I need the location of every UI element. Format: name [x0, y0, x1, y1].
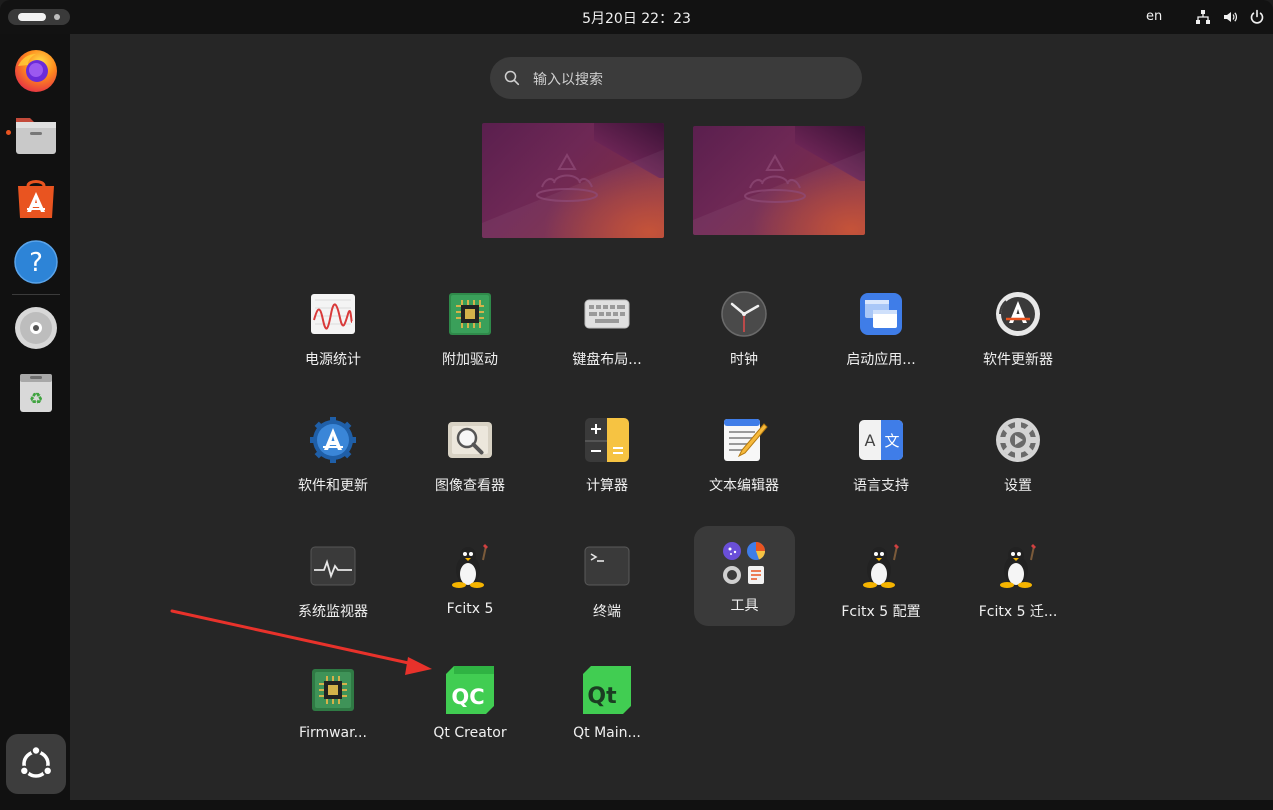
clock-icon — [721, 291, 767, 337]
app-label: 计算器 — [586, 478, 628, 494]
settings-icon — [996, 418, 1040, 462]
trash-icon[interactable]: ♻ — [12, 368, 60, 416]
search-entry[interactable]: 输入以搜索 — [490, 57, 862, 99]
app-software-and-updates[interactable]: 软件和更新 — [273, 398, 393, 504]
keyboard-icon — [584, 299, 630, 329]
wallpaper-logo-icon — [744, 153, 806, 203]
app-label: 电源统计 — [305, 352, 361, 368]
svg-text:Qt: Qt — [587, 684, 617, 709]
app-label: 图像查看器 — [435, 478, 505, 494]
app-label: 终端 — [593, 604, 621, 620]
dock: ? ♻ — [0, 34, 70, 810]
power-icon[interactable] — [1249, 9, 1265, 25]
search-placeholder: 输入以搜索 — [533, 72, 603, 88]
workspace-thumbnail-2[interactable] — [693, 126, 865, 235]
calculator-icon — [585, 418, 629, 462]
network-icon[interactable] — [1195, 9, 1211, 25]
app-startup-applications[interactable]: 启动应用... — [821, 272, 941, 378]
power-statistics-icon — [311, 294, 355, 334]
firmware-icon — [312, 669, 354, 711]
text-editor-icon — [724, 419, 768, 461]
app-label: 文本编辑器 — [709, 478, 779, 494]
app-text-editor[interactable]: 文本编辑器 — [684, 398, 804, 504]
app-image-viewer[interactable]: 图像查看器 — [410, 398, 530, 504]
app-language-support[interactable]: A 文 语言支持 — [821, 398, 941, 504]
qt-creator-icon: QC — [446, 666, 494, 714]
firefox-icon[interactable] — [12, 46, 60, 94]
app-label: 软件和更新 — [298, 478, 368, 494]
app-label: Qt Creator — [433, 725, 507, 741]
svg-text:♻: ♻ — [29, 389, 43, 408]
startup-apps-icon — [860, 293, 902, 335]
app-terminal[interactable]: 终端 — [547, 524, 667, 630]
software-updater-icon — [996, 292, 1040, 336]
additional-drivers-icon — [449, 293, 491, 335]
dock-separator — [12, 294, 60, 295]
app-settings[interactable]: 设置 — [958, 398, 1078, 504]
disc-icon[interactable] — [12, 304, 60, 352]
help-icon[interactable]: ? — [12, 238, 60, 286]
wallpaper-logo-icon — [536, 152, 598, 202]
software-and-updates-icon — [310, 417, 356, 463]
app-label: 工具 — [730, 598, 759, 614]
language-support-icon: A 文 — [859, 420, 903, 460]
app-folder-tools[interactable]: 工具 — [694, 526, 795, 626]
system-monitor-icon — [310, 546, 356, 586]
app-software-updater[interactable]: 软件更新器 — [958, 272, 1078, 378]
app-label: 键盘布局... — [572, 352, 642, 368]
app-calculator[interactable]: 计算器 — [547, 398, 667, 504]
keyboard-layout-indicator[interactable]: en — [1146, 9, 1162, 24]
app-firmware-updater[interactable]: Firmwar... — [273, 648, 393, 754]
workspace-thumbnail-1[interactable] — [482, 123, 664, 238]
app-keyboard-layout[interactable]: 键盘布局... — [547, 272, 667, 378]
qt-icon: Qt — [583, 666, 631, 714]
app-label: Fcitx 5 配置 — [841, 604, 921, 620]
search-icon — [504, 70, 520, 86]
svg-text:QC: QC — [451, 685, 484, 709]
show-apps-button[interactable] — [6, 734, 66, 794]
app-system-monitor[interactable]: 系统监视器 — [273, 524, 393, 630]
image-viewer-icon — [448, 422, 492, 458]
app-qt-creator[interactable]: QC Qt Creator — [410, 648, 530, 754]
app-grid-overview — [70, 34, 1273, 800]
app-label: 语言支持 — [853, 478, 909, 494]
app-label: Firmwar... — [299, 725, 367, 741]
app-fcitx5[interactable]: Fcitx 5 — [410, 524, 530, 630]
top-bar: 5月20日 22：23 en — [0, 0, 1273, 34]
bottom-edge — [70, 800, 1273, 810]
workspace-indicator-active — [18, 13, 46, 21]
folder-icon — [723, 542, 765, 584]
terminal-icon — [584, 546, 630, 586]
app-label: 系统监视器 — [298, 604, 368, 620]
svg-text:文: 文 — [884, 432, 899, 450]
activities-button[interactable] — [8, 9, 70, 25]
clock: 5月20日 22：23 — [0, 8, 1273, 28]
tux-icon — [452, 544, 488, 588]
app-qt-maintenance[interactable]: Qt Qt Main... — [547, 648, 667, 754]
app-fcitx5-config[interactable]: Fcitx 5 配置 — [821, 524, 941, 630]
app-label: 启动应用... — [846, 352, 916, 368]
svg-text:A: A — [865, 431, 876, 450]
volume-icon[interactable] — [1222, 9, 1238, 25]
app-clock[interactable]: 时钟 — [684, 272, 804, 378]
app-fcitx5-migrator[interactable]: Fcitx 5 迁... — [958, 524, 1078, 630]
app-power-statistics[interactable]: 电源统计 — [273, 272, 393, 378]
app-label: 设置 — [1004, 478, 1032, 494]
app-label: Qt Main... — [573, 725, 641, 741]
app-label: 附加驱动 — [442, 352, 498, 368]
app-additional-drivers[interactable]: 附加驱动 — [410, 272, 530, 378]
workspace-indicator-dot — [54, 14, 60, 20]
app-label: Fcitx 5 — [446, 601, 494, 617]
tux-icon — [1000, 544, 1036, 588]
tux-icon — [863, 544, 899, 588]
app-label: 时钟 — [730, 352, 758, 368]
running-indicator — [6, 130, 11, 135]
ubuntu-logo-icon — [19, 745, 53, 778]
app-label: 软件更新器 — [983, 352, 1053, 368]
app-label: Fcitx 5 迁... — [978, 604, 1058, 620]
clock-label[interactable]: 5月20日 22：23 — [582, 11, 691, 27]
files-icon[interactable] — [12, 110, 60, 158]
app-center-icon[interactable] — [12, 174, 60, 222]
svg-text:?: ? — [29, 248, 43, 278]
